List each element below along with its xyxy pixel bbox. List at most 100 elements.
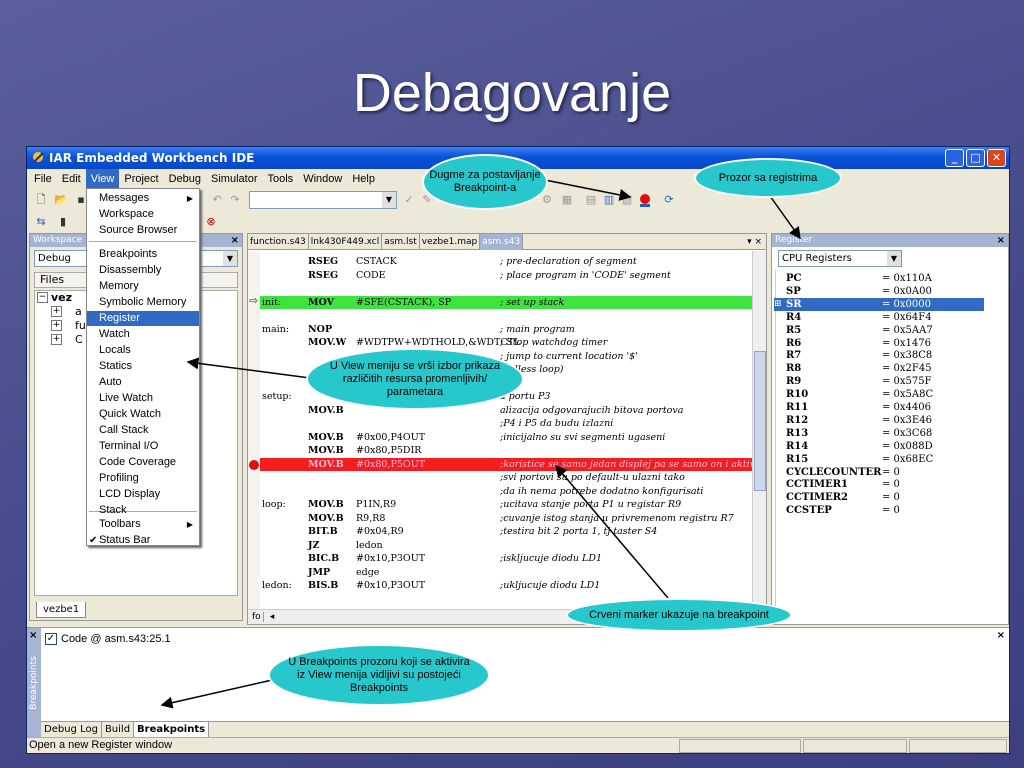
code-line[interactable]: ;svi portovi su po default-u ulazni tako bbox=[260, 471, 752, 484]
close-button[interactable]: ✕ bbox=[987, 149, 1006, 167]
code-line[interactable] bbox=[260, 309, 752, 322]
menu-debug[interactable]: Debug bbox=[164, 169, 206, 189]
register-row[interactable]: CCSTEP = 0 bbox=[774, 504, 984, 517]
minimize-button[interactable]: _ bbox=[945, 149, 964, 167]
view-menu-item-toolbars[interactable]: Toolbars ▶ bbox=[87, 517, 199, 532]
view-menu-item-stack[interactable]: Stack bbox=[87, 503, 199, 518]
breakpoint-checkbox[interactable]: ✓ bbox=[45, 633, 57, 645]
code-line[interactable]: MOV.B #0x80,P5DIR bbox=[260, 444, 752, 457]
code-line[interactable]: JZ ledon bbox=[260, 539, 752, 552]
code-line[interactable]: loop: MOV.B P1IN,R9 ;ucitava stanje porta P… bbox=[260, 498, 752, 511]
stop-build-icon[interactable]: ▤ bbox=[583, 192, 599, 208]
run-icon[interactable]: ▮ bbox=[55, 214, 71, 230]
close-icon[interactable]: × bbox=[231, 234, 239, 247]
editor-gutter[interactable]: ⇨ bbox=[248, 251, 260, 609]
view-menu-item-register[interactable]: Register bbox=[87, 311, 199, 326]
expand-icon[interactable]: ⊞ bbox=[774, 298, 782, 311]
breakpoint-marker-icon[interactable] bbox=[249, 459, 259, 470]
undo-icon[interactable]: ↶ bbox=[209, 192, 225, 208]
code-line[interactable]: init: MOV #SFE(CSTACK), SP ; set up stack bbox=[260, 295, 752, 309]
register-row[interactable]: CCTIMER1 = 0 bbox=[774, 478, 984, 491]
editor-vscroll[interactable] bbox=[752, 251, 766, 609]
stop-debug-icon[interactable]: ⊗ bbox=[203, 214, 219, 230]
new-file-icon[interactable]: 🗋 bbox=[33, 192, 49, 208]
workspace-tab[interactable]: vezbe1 bbox=[36, 602, 87, 618]
code-area[interactable]: RSEG CSTACK; pre-declaration of segment RS… bbox=[260, 251, 752, 609]
register-row[interactable]: R5 = 0x5AA7 bbox=[774, 324, 984, 337]
code-line[interactable]: MOV.B alizacija odgovarajucih bitova port… bbox=[260, 404, 752, 417]
find-next-icon[interactable]: ✓ bbox=[401, 192, 417, 208]
code-line[interactable]: BIT.B #0x04,R9 ;testira bit 2 porta 1, tj … bbox=[260, 525, 752, 538]
view-menu-item-lcd-display[interactable]: LCD Display bbox=[87, 487, 199, 502]
toggle-bp-gray-icon[interactable]: ▧ bbox=[619, 192, 635, 208]
editor-tab[interactable]: function.s43 bbox=[248, 234, 309, 250]
view-menu-item-watch[interactable]: Watch bbox=[87, 327, 199, 342]
register-group-select[interactable]: CPU Registers ▼ bbox=[778, 250, 902, 267]
go-icon[interactable]: ⟳ bbox=[661, 192, 677, 208]
tab-debug-log[interactable]: Debug Log bbox=[41, 722, 102, 737]
view-menu-item-symbolic-memory[interactable]: Symbolic Memory bbox=[87, 295, 199, 310]
menu-project[interactable]: Project bbox=[119, 169, 163, 189]
view-menu-item-workspace[interactable]: Workspace bbox=[87, 207, 199, 222]
code-line[interactable]: MOV.B #0x80,P5OUT ;koristice se samo jedan… bbox=[260, 457, 752, 471]
view-menu-item-auto[interactable]: Auto bbox=[87, 375, 199, 390]
breakpoint-entry[interactable]: ✓ Code @ asm.s43:25.1 bbox=[45, 632, 171, 646]
find-combo[interactable]: ▼ bbox=[249, 191, 397, 209]
register-row[interactable]: CCTIMER2 = 0 bbox=[774, 491, 984, 504]
code-line[interactable]: main: NOP ; main program bbox=[260, 323, 752, 336]
code-line[interactable] bbox=[260, 282, 752, 295]
open-folder-icon[interactable]: 📂 bbox=[53, 192, 69, 208]
view-menu-item-source-browser[interactable]: Source Browser bbox=[87, 223, 199, 238]
register-row[interactable]: SP = 0x0A00 bbox=[774, 285, 984, 298]
editor-tab[interactable]: lnk430F449.xcl bbox=[309, 234, 383, 250]
register-row[interactable]: R12 = 0x3E46 bbox=[774, 414, 984, 427]
view-menu-item-live-watch[interactable]: Live Watch bbox=[87, 391, 199, 406]
view-menu-item-breakpoints[interactable]: Breakpoints bbox=[87, 247, 199, 262]
tab-build[interactable]: Build bbox=[102, 722, 135, 737]
scroll-left-icon[interactable]: ◂ bbox=[264, 612, 275, 622]
menu-window[interactable]: Window bbox=[298, 169, 347, 189]
editor-tab[interactable]: vezbe1.map bbox=[420, 234, 481, 250]
register-row[interactable]: R9 = 0x575F bbox=[774, 375, 984, 388]
register-row[interactable]: R13 = 0x3C68 bbox=[774, 427, 984, 440]
menu-edit[interactable]: Edit bbox=[57, 169, 86, 189]
tab-breakpoints[interactable]: Breakpoints bbox=[134, 722, 210, 737]
register-row[interactable]: R15 = 0x68EC bbox=[774, 453, 984, 466]
view-menu-item-locals[interactable]: Locals bbox=[87, 343, 199, 358]
scroll-thumb[interactable] bbox=[754, 351, 766, 491]
code-line[interactable]: MOV.W #WDTPW+WDTHOLD,&WDTCTL; Stop watchd… bbox=[260, 336, 752, 349]
function-nav[interactable]: fo bbox=[248, 612, 264, 622]
register-row[interactable]: R8 = 0x2F45 bbox=[774, 362, 984, 375]
view-menu-item-messages[interactable]: Messages ▶ bbox=[87, 191, 199, 206]
menu-help[interactable]: Help bbox=[347, 169, 380, 189]
view-menu-item-status-bar[interactable]: Status Bar ✔ bbox=[87, 533, 199, 548]
redo-icon[interactable]: ↷ bbox=[227, 192, 243, 208]
view-menu-item-statics[interactable]: Statics bbox=[87, 359, 199, 374]
view-menu-item-code-coverage[interactable]: Code Coverage bbox=[87, 455, 199, 470]
view-menu-item-disassembly[interactable]: Disassembly bbox=[87, 263, 199, 278]
maximize-button[interactable]: □ bbox=[966, 149, 985, 167]
debug-icon[interactable]: ▥ bbox=[601, 192, 617, 208]
code-line[interactable]: ;P4 i P5 da budu izlazni bbox=[260, 417, 752, 430]
code-line[interactable]: ledon: BIS.B #0x10,P3OUT ;ukljucuje diodu L… bbox=[260, 579, 752, 592]
code-line[interactable]: MOV.B R9,R8 ;cuvanje istog stanja u privre… bbox=[260, 512, 752, 525]
menu-file[interactable]: File bbox=[29, 169, 57, 189]
register-row[interactable]: R4 = 0x64F4 bbox=[774, 311, 984, 324]
menu-simulator[interactable]: Simulator bbox=[206, 169, 262, 189]
code-line[interactable]: BIC.B #0x10,P3OUT ;iskljucuje diodu LD1 bbox=[260, 552, 752, 565]
make-icon[interactable]: ▦ bbox=[559, 192, 575, 208]
register-row[interactable]: CYCLECOUNTER = 0 bbox=[774, 466, 984, 479]
register-row[interactable]: R11 = 0x4406 bbox=[774, 401, 984, 414]
view-menu-item-quick-watch[interactable]: Quick Watch bbox=[87, 407, 199, 422]
code-line[interactable]: RSEG CSTACK ; pre-declaration of segment bbox=[260, 255, 752, 268]
editor-tab[interactable]: asm.lst bbox=[382, 234, 420, 250]
step-icon[interactable]: ⇆ bbox=[33, 214, 49, 230]
close-icon[interactable]: × bbox=[997, 234, 1005, 247]
code-line[interactable]: ;da ih nema potrebe dodatno konfigurisat… bbox=[260, 485, 752, 498]
toggle-breakpoint-icon[interactable] bbox=[637, 192, 653, 208]
register-row[interactable]: R14 = 0x088D bbox=[774, 440, 984, 453]
register-row[interactable]: R7 = 0x38C8 bbox=[774, 349, 984, 362]
register-row[interactable]: PC = 0x110A bbox=[774, 272, 984, 285]
menu-view[interactable]: View bbox=[85, 169, 120, 189]
close-icon[interactable]: × bbox=[997, 630, 1005, 641]
